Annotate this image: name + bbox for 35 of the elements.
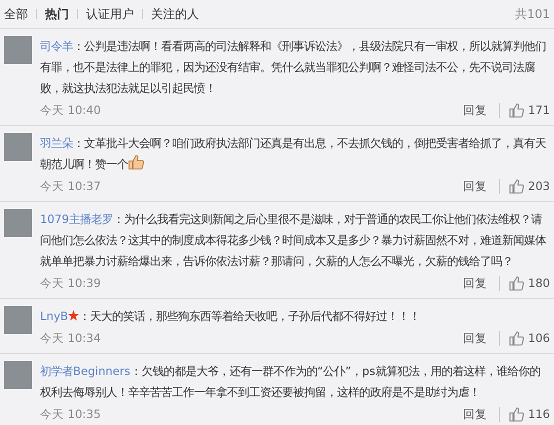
like-button[interactable]: 106	[500, 330, 550, 346]
like-button[interactable]: 116	[500, 406, 550, 422]
reply-link[interactable]: 回复	[463, 276, 500, 290]
reply-link[interactable]: 回复	[463, 406, 500, 422]
comment-time: 今天 10:40	[40, 102, 102, 118]
comment-time: 今天 10:35	[40, 406, 102, 422]
comment-time: 今天 10:37	[40, 178, 102, 194]
comment-text: 初学者Beginners：欠钱的都是大爷，还有一群不作为的“公仆”，ps就算犯法，用的着这样，谁给你的权利去侮辱别人！辛辛苦苦工作一年拿不到工资还要被拘留，这样的政府是不是助纣为虐！	[40, 363, 542, 401]
avatar-placeholder	[4, 209, 32, 237]
avatar-placeholder	[4, 306, 32, 334]
reply-link[interactable]: 回复	[463, 102, 500, 118]
comment-text: 司令羊：公判是违法啊！看看两高的司法解释和《刑事诉讼法》，县级法院只有一审权，所以就算判他们有罪，也不是法律上的罪犯，因为还没有结审。凭什么就当罪犯公判啊？难怪司法不公，先不说司法腐败，就这执法犯法就足以引起民愤！	[40, 38, 547, 97]
comment-count: 共101	[515, 6, 550, 22]
comment-text: LnyB ：天大的笑话，那些狗东西等着给天收吧，子孙后代都不得好过！！！	[40, 308, 422, 325]
thumbs-up-icon	[508, 330, 524, 346]
filter-tab[interactable]: 关注的人	[143, 6, 207, 22]
thumbs-up-icon	[508, 178, 524, 194]
comment-text: 羽兰朵：文革批斗大会啊？咱们政府执法部门还真是有出息，不去抓欠钱的，倒把受害者给抓了，真有天朝范儿啊！赞一个	[40, 135, 547, 173]
like-button[interactable]: 180	[500, 275, 550, 291]
comment-time: 今天 10:34	[40, 330, 102, 346]
filter-tab[interactable]: 热门	[37, 6, 77, 22]
comment-text: 1079主播老罗：为什么我看完这则新闻之后心里很不是滋味，对于普通的农民工你让他们依法维权？请问他们怎么依法？这其中的制度成本得花多少钱？时间成本又是多少？暴力讨薪固然不对，难道新闻媒体就单单把暴力讨薪给爆出来，告诉你依法讨薪？那请问，欠薪的人怎么不曝光，欠薪的钱给了吗？	[40, 211, 547, 270]
thumbs-up-icon	[508, 102, 524, 118]
thumbs-up-icon	[508, 406, 524, 422]
avatar-placeholder	[4, 361, 32, 389]
thumbs-up-icon	[508, 275, 524, 291]
filter-tab[interactable]: 全部	[4, 6, 36, 22]
reply-link[interactable]: 回复	[463, 330, 500, 346]
reply-link[interactable]: 回复	[463, 178, 500, 194]
filter-tab[interactable]: 认证用户	[78, 6, 142, 22]
comment-time: 今天 10:39	[40, 276, 102, 290]
avatar-placeholder	[4, 36, 32, 64]
like-button[interactable]: 171	[500, 102, 550, 118]
like-button[interactable]: 203	[500, 178, 550, 194]
avatar-placeholder	[4, 133, 32, 161]
